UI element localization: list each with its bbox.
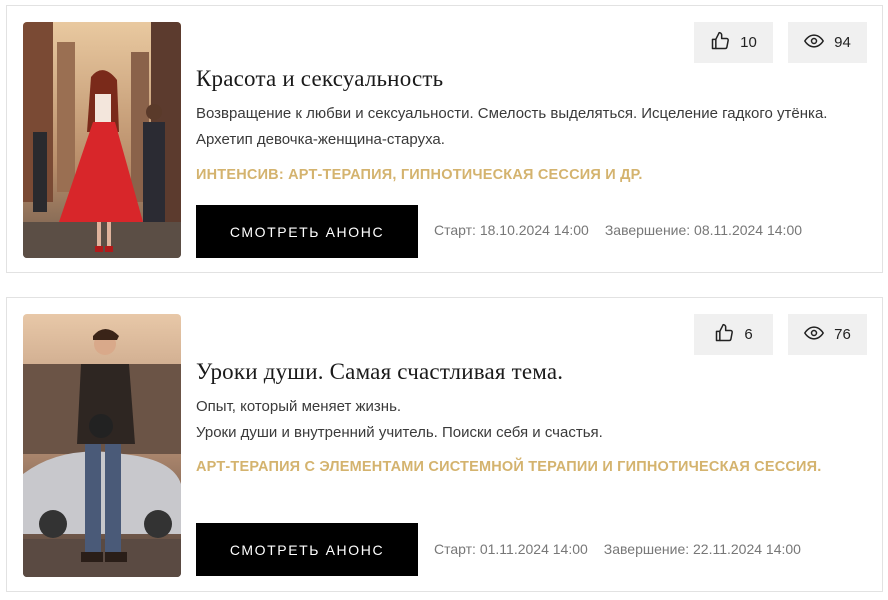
description-line: Опыт, который меняет жизнь. bbox=[196, 398, 402, 415]
view-announcement-button[interactable]: СМОТРЕТЬ АНОНС bbox=[196, 205, 418, 258]
stats-bar: 6 76 bbox=[694, 314, 867, 355]
event-image[interactable] bbox=[23, 314, 181, 577]
thumbs-up-icon bbox=[710, 31, 730, 55]
end-date: Завершение: 08.11.2024 14:00 bbox=[604, 222, 803, 238]
event-format-tag: АРТ-ТЕРАПИЯ С ЭЛЕМЕНТАМИ СИСТЕМНОЙ ТЕРАП… bbox=[196, 459, 822, 475]
view-counter: 76 bbox=[788, 314, 867, 355]
event-format-tag: ИНТЕНСИВ: АРТ-ТЕРАПИЯ, ГИПНОТИЧЕСКАЯ СЕС… bbox=[196, 167, 643, 183]
eye-icon bbox=[804, 31, 825, 55]
stats-bar: 10 94 bbox=[694, 22, 867, 63]
start-date: Старт: 18.10.2024 14:00 bbox=[434, 222, 589, 238]
event-title[interactable]: Уроки души. Самая счастливая тема. bbox=[196, 359, 563, 385]
event-dates: Старт: 18.10.2024 14:00 Завершение: 08.1… bbox=[434, 222, 802, 238]
event-title[interactable]: Красота и сексуальность bbox=[196, 66, 443, 92]
event-image[interactable] bbox=[23, 22, 181, 258]
view-counter: 94 bbox=[788, 22, 867, 63]
like-count: 6 bbox=[744, 326, 753, 343]
end-date: Завершение: 22.11.2024 14:00 bbox=[603, 541, 801, 557]
view-count: 94 bbox=[834, 34, 851, 51]
like-counter[interactable]: 6 bbox=[694, 314, 773, 355]
start-date: Старт: 01.11.2024 14:00 bbox=[434, 541, 588, 557]
event-description: Опыт, который меняет жизнь. Уроки души и… bbox=[196, 394, 856, 446]
event-card: 10 94 Красота и сексуальность Возвращени… bbox=[6, 5, 883, 273]
view-count: 76 bbox=[834, 326, 851, 343]
thumbs-up-icon bbox=[714, 323, 734, 347]
description-line: Уроки души и внутренний учитель. Поиски … bbox=[196, 424, 603, 441]
event-dates: Старт: 01.11.2024 14:00 Завершение: 22.1… bbox=[434, 541, 801, 557]
like-count: 10 bbox=[740, 34, 757, 51]
like-counter[interactable]: 10 bbox=[694, 22, 773, 63]
description-line: Возвращение к любви и сексуальности. Сме… bbox=[196, 105, 828, 148]
event-description: Возвращение к любви и сексуальности. Сме… bbox=[196, 101, 856, 153]
eye-icon bbox=[804, 323, 825, 347]
view-announcement-button[interactable]: СМОТРЕТЬ АНОНС bbox=[196, 523, 418, 576]
event-card: 6 76 Уроки души. Самая счастливая тема. … bbox=[6, 297, 883, 592]
